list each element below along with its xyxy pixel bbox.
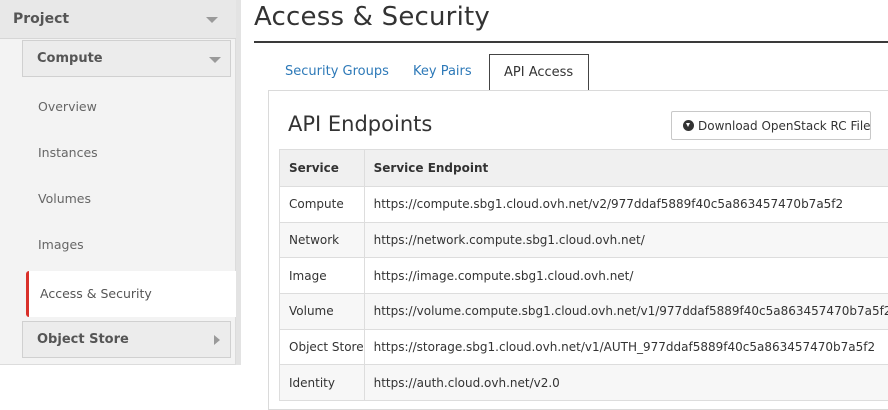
table-row: Network https://network.compute.sbg1.clo… bbox=[280, 222, 888, 258]
column-header-endpoint: Service Endpoint bbox=[364, 150, 888, 187]
download-button-label: Download OpenStack RC File bbox=[698, 119, 871, 133]
sidebar-item-access-security[interactable]: Access & Security bbox=[26, 271, 240, 317]
tab-label: API Access bbox=[504, 65, 573, 80]
endpoint-cell: https://network.compute.sbg1.cloud.ovh.n… bbox=[364, 222, 888, 258]
compute-label: Compute bbox=[37, 51, 103, 66]
tab-security-groups[interactable]: Security Groups bbox=[274, 54, 392, 91]
sidebar-item-instances[interactable]: Instances bbox=[22, 130, 231, 176]
title-divider bbox=[254, 41, 888, 43]
project-label: Project bbox=[13, 11, 69, 27]
table-header-row: Service Service Endpoint bbox=[280, 150, 888, 187]
column-header-service: Service bbox=[280, 150, 365, 187]
sidebar-item-label: Images bbox=[38, 237, 84, 252]
table-row: Identity https://auth.cloud.ovh.net/v2.0 bbox=[280, 365, 888, 401]
sidebar-item-label: Overview bbox=[38, 99, 97, 114]
project-dashboard-toggle[interactable]: Project bbox=[0, 0, 236, 39]
compute-panel-toggle[interactable]: Compute bbox=[22, 40, 231, 77]
chevron-down-icon bbox=[206, 17, 218, 23]
endpoint-cell: https://auth.cloud.ovh.net/v2.0 bbox=[364, 365, 888, 401]
endpoint-cell: https://storage.sbg1.cloud.ovh.net/v1/AU… bbox=[364, 329, 888, 365]
endpoints-table: Service Service Endpoint Compute https:/… bbox=[279, 149, 888, 401]
table-row: Compute https://compute.sbg1.cloud.ovh.n… bbox=[280, 187, 888, 223]
table-row: Image https://image.compute.sbg1.cloud.o… bbox=[280, 258, 888, 294]
sidebar-item-label: Instances bbox=[38, 145, 98, 160]
sidebar-item-label: Volumes bbox=[38, 191, 91, 206]
tab-label: Security Groups bbox=[285, 64, 389, 79]
object-store-panel-toggle[interactable]: Object Store bbox=[22, 321, 231, 358]
sidebar: Project Compute Overview Instances Volum… bbox=[0, 0, 236, 365]
service-cell: Network bbox=[280, 222, 365, 258]
service-cell: Compute bbox=[280, 187, 365, 223]
page-title: Access & Security bbox=[254, 2, 490, 32]
tab-api-access[interactable]: API Access bbox=[489, 54, 589, 91]
endpoint-cell: https://image.compute.sbg1.cloud.ovh.net… bbox=[364, 258, 888, 294]
sidebar-item-images[interactable]: Images bbox=[22, 222, 231, 268]
endpoint-cell: https://volume.compute.sbg1.cloud.ovh.ne… bbox=[364, 294, 888, 330]
sidebar-item-volumes[interactable]: Volumes bbox=[22, 176, 231, 222]
chevron-right-icon bbox=[214, 335, 220, 345]
table-row: Volume https://volume.compute.sbg1.cloud… bbox=[280, 294, 888, 330]
endpoint-cell: https://compute.sbg1.cloud.ovh.net/v2/97… bbox=[364, 187, 888, 223]
sidebar-item-overview[interactable]: Overview bbox=[22, 84, 231, 130]
table-row: Object Store https://storage.sbg1.cloud.… bbox=[280, 329, 888, 365]
download-rc-file-button[interactable]: Download OpenStack RC File bbox=[671, 111, 871, 140]
panel-title: API Endpoints bbox=[288, 112, 432, 136]
object-store-label: Object Store bbox=[37, 332, 129, 347]
service-cell: Volume bbox=[280, 294, 365, 330]
tab-key-pairs[interactable]: Key Pairs bbox=[402, 54, 480, 91]
download-circle-icon bbox=[683, 120, 694, 131]
service-cell: Image bbox=[280, 258, 365, 294]
tab-label: Key Pairs bbox=[413, 64, 472, 79]
service-cell: Identity bbox=[280, 365, 365, 401]
chevron-down-icon bbox=[209, 57, 221, 63]
sidebar-item-label: Access & Security bbox=[40, 286, 152, 301]
service-cell: Object Store bbox=[280, 329, 365, 365]
